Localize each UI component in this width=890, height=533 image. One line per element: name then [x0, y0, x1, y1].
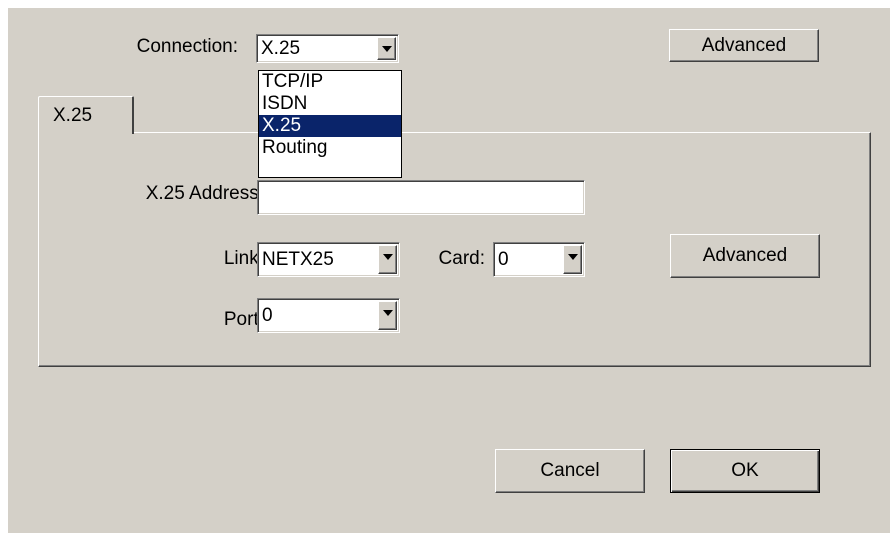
card-label: Card: — [438, 248, 485, 269]
dropdown-option-tcpip[interactable]: TCP/IP — [259, 71, 401, 93]
connection-combo[interactable]: X.25 — [256, 34, 399, 63]
tab-x25-label: X.25 — [53, 105, 93, 126]
panel-advanced-button[interactable]: Advanced — [670, 234, 820, 278]
link-combo-value: NETX25 — [262, 249, 334, 270]
connection-dialog: Connection: X.25 Advanced X.25 Address: … — [8, 8, 890, 533]
connection-dropdown-list[interactable]: TCP/IP ISDN X.25 Routing — [258, 70, 402, 178]
cancel-button[interactable]: Cancel — [495, 449, 645, 493]
card-combo[interactable]: 0 — [493, 242, 585, 277]
chevron-down-icon[interactable] — [378, 301, 397, 330]
card-combo-value: 0 — [498, 249, 509, 270]
dropdown-option-routing[interactable]: Routing — [259, 137, 401, 159]
address-label: X.25 Address: — [145, 183, 264, 204]
chevron-down-icon[interactable] — [378, 245, 397, 274]
tab-panel: X.25 Address: Link: NETX25 Card: 0 Advan… — [38, 132, 871, 367]
top-advanced-button[interactable]: Advanced — [669, 29, 819, 62]
tab-x25[interactable]: X.25 — [38, 96, 134, 134]
ok-button[interactable]: OK — [670, 449, 820, 493]
connection-label: Connection: — [136, 36, 238, 57]
dropdown-option-isdn[interactable]: ISDN — [259, 93, 401, 115]
port-label: Port: — [223, 309, 264, 330]
chevron-down-icon[interactable] — [377, 37, 396, 60]
chevron-down-icon[interactable] — [563, 245, 582, 274]
link-label: Link: — [223, 248, 264, 269]
dropdown-option-x25[interactable]: X.25 — [259, 115, 401, 137]
connection-combo-value: X.25 — [261, 38, 301, 59]
port-combo-value: 0 — [262, 305, 273, 326]
link-combo[interactable]: NETX25 — [257, 242, 400, 277]
address-input[interactable] — [257, 180, 585, 215]
port-combo[interactable]: 0 — [257, 298, 400, 333]
